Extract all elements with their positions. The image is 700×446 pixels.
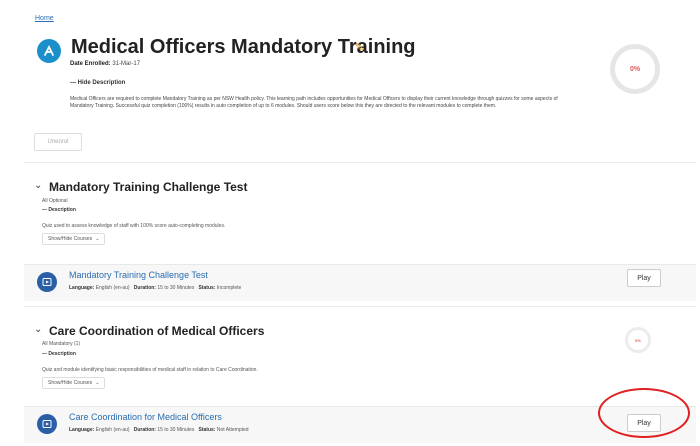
- status-value: Incomplete: [216, 285, 242, 291]
- course-row: Care Coordination for Medical Officers L…: [24, 406, 696, 443]
- status-label: Status:: [198, 427, 216, 433]
- section-title: Mandatory Training Challenge Test: [49, 180, 248, 194]
- course-title-link[interactable]: Care Coordination for Medical Officers: [69, 412, 222, 422]
- section-description: Quiz used to assess knowledge of staff w…: [42, 223, 226, 229]
- course-title-link[interactable]: Mandatory Training Challenge Test: [69, 270, 208, 280]
- section-description-toggle[interactable]: — Description: [42, 351, 76, 357]
- play-circle-icon[interactable]: [37, 272, 57, 292]
- path-progress-value: 0%: [629, 65, 641, 73]
- section-description-toggle[interactable]: — Description: [42, 207, 76, 213]
- show-hide-label: Show/Hide Courses: [48, 380, 93, 386]
- chevron-down-icon[interactable]: ⌄: [34, 324, 42, 335]
- show-hide-courses-button[interactable]: Show/Hide Courses ⌄: [42, 233, 106, 245]
- chevron-down-icon: ⌄: [95, 236, 100, 242]
- play-button[interactable]: Play: [627, 414, 661, 432]
- course-row: Mandatory Training Challenge Test Langua…: [24, 264, 696, 301]
- section-title: Care Coordination of Medical Officers: [49, 324, 265, 338]
- section-progress-value: 0%: [635, 337, 641, 343]
- status-value: Not Attempted: [216, 427, 249, 433]
- path-description: Medical Officers are required to complet…: [70, 96, 558, 109]
- duration-label: Duration:: [133, 285, 156, 291]
- chevron-down-icon: ⌄: [95, 380, 100, 386]
- section-requirement: All Optional: [42, 198, 68, 204]
- chevron-down-icon[interactable]: ⌄: [34, 180, 42, 191]
- language-value: English (en-au): [95, 285, 130, 291]
- section-progress-ring: 0%: [625, 327, 651, 353]
- learning-path-page: Home Medical Officers Mandatory Training…: [24, 0, 696, 446]
- unenrol-button[interactable]: Unenrol: [34, 133, 82, 151]
- language-label: Language:: [69, 285, 95, 291]
- play-circle-icon[interactable]: [37, 414, 57, 434]
- language-value: English (en-au): [95, 427, 130, 433]
- duration-label: Duration:: [133, 427, 156, 433]
- date-enrolled-value: 31-Mar-17: [112, 61, 141, 67]
- pencil-icon[interactable]: ✎: [355, 41, 364, 54]
- course-meta: Language: English (en-au) Duration: 15 t…: [69, 285, 241, 291]
- date-enrolled-label: Date Enrolled:: [70, 61, 111, 67]
- section-description: Quiz and module identifying basic respon…: [42, 367, 258, 373]
- duration-value: 15 to 30 Minutes: [157, 427, 195, 433]
- path-progress-ring: 0%: [610, 44, 660, 94]
- date-enrolled: Date Enrolled: 31-Mar-17: [70, 61, 140, 67]
- status-label: Status:: [198, 285, 216, 291]
- duration-value: 15 to 30 Minutes: [157, 285, 195, 291]
- section-requirement: All Mandatory (1): [42, 341, 81, 347]
- course-meta: Language: English (en-au) Duration: 15 t…: [69, 427, 249, 433]
- play-button[interactable]: Play: [627, 269, 661, 287]
- show-hide-label: Show/Hide Courses: [48, 236, 93, 242]
- learning-path-logo-icon: [37, 39, 61, 63]
- divider: [24, 306, 696, 307]
- show-hide-courses-button[interactable]: Show/Hide Courses ⌄: [42, 377, 106, 389]
- breadcrumb-home-link[interactable]: Home: [35, 15, 54, 22]
- divider: [24, 162, 696, 163]
- language-label: Language:: [69, 427, 95, 433]
- hide-description-toggle[interactable]: — Hide Description: [70, 80, 125, 86]
